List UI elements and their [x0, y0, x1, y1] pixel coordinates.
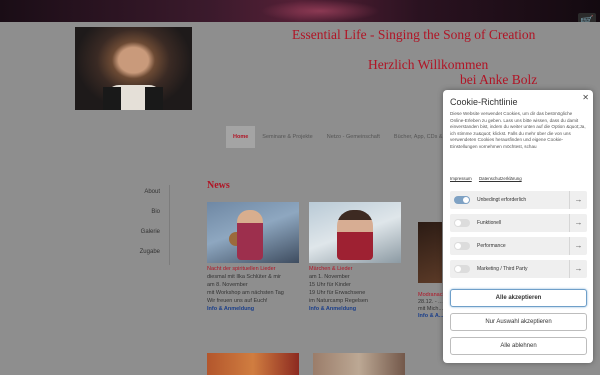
welcome-subheading: bei Anke Bolz [460, 72, 538, 87]
cookie-text: Diese Website verwendet Cookies, um dir … [450, 111, 586, 149]
news-card-title[interactable]: Nacht der spirituellen Lieder [207, 266, 299, 273]
category-label: Unbedingt erforderlich [477, 197, 527, 203]
news-image[interactable] [207, 202, 299, 263]
category-toggle[interactable] [454, 219, 470, 227]
site-title: Essential Life - Singing the Song of Cre… [292, 27, 536, 42]
cookie-links: Impressum Datenschutzerklärung [450, 176, 528, 181]
accept-selected-button[interactable]: Nur Auswahl akzeptieren [450, 313, 587, 331]
news-heading: News [207, 180, 230, 191]
arrow-right-icon[interactable]: → [569, 214, 587, 232]
news-card-link[interactable]: Info & Anmeldung [309, 305, 401, 313]
nav-home[interactable]: Home [226, 126, 256, 148]
side-nav: About Bio Galerie Zugabe [128, 185, 170, 265]
news-card-text: Wir freuen uns auf Euch! [207, 298, 268, 304]
news-card-text: am 8. November [207, 282, 248, 288]
category-label: Funktionell [477, 220, 502, 226]
news-image[interactable] [207, 353, 299, 375]
news-card: Nacht der spirituellen Lieder diesmal mi… [207, 202, 299, 313]
main-nav: Home Seminare & Projekte Netzo - Gemeins… [226, 126, 464, 148]
welcome-heading: Herzlich Willkommen [368, 57, 489, 72]
privacy-link[interactable]: Datenschutzerklärung [479, 176, 522, 181]
news-card-text: diesmal mit Ilka Schlüter & mir [207, 274, 281, 280]
side-nav-bio[interactable]: Bio [128, 205, 169, 225]
cookie-category-row: Funktionell → [450, 214, 587, 232]
arrow-right-icon[interactable]: → [569, 260, 587, 278]
news-card-text: 19 Uhr für Erwachsene [309, 290, 366, 296]
news-image[interactable] [418, 222, 442, 283]
news-image[interactable] [313, 353, 405, 375]
close-icon[interactable]: ✕ [582, 93, 589, 102]
nav-netzo[interactable]: Netzo - Gemeinschaft [320, 126, 387, 148]
top-banner [0, 0, 600, 22]
cookie-category-row: Unbedingt erforderlich → [450, 191, 587, 209]
category-toggle[interactable] [454, 196, 470, 204]
news-card-text: 15 Uhr für Kinder [309, 282, 351, 288]
accept-all-button[interactable]: Alle akzeptieren [450, 289, 587, 307]
impressum-link[interactable]: Impressum [450, 176, 472, 181]
news-card-title[interactable]: Märchen & Lieder [309, 266, 401, 273]
cookie-category-row: Performance → [450, 237, 587, 255]
portrait-image [75, 27, 192, 110]
cookie-title: Cookie-Richtlinie [450, 97, 518, 107]
side-nav-galerie[interactable]: Galerie [128, 225, 169, 245]
nav-seminare[interactable]: Seminare & Projekte [255, 126, 319, 148]
category-toggle[interactable] [454, 265, 470, 273]
side-nav-zugabe[interactable]: Zugabe [128, 245, 169, 265]
news-card: Märchen & Lieder am 1. November 15 Uhr f… [309, 202, 401, 313]
cookie-dialog: ✕ Cookie-Richtlinie Diese Website verwen… [443, 90, 593, 363]
reject-all-button[interactable]: Alle ablehnen [450, 337, 587, 355]
arrow-right-icon[interactable]: → [569, 237, 587, 255]
news-card-link[interactable]: Info & Anmeldung [207, 305, 299, 313]
news-card-text: im Naturcamp Regelsen [309, 298, 368, 304]
side-nav-about[interactable]: About [128, 185, 169, 205]
banner-image [260, 0, 380, 22]
news-card-text: mit Workshop am nächsten Tag [207, 290, 284, 296]
news-card-text: am 1. November [309, 274, 350, 280]
category-label: Performance [477, 243, 506, 249]
cookie-category-row: Marketing / Third Party → [450, 260, 587, 278]
category-toggle[interactable] [454, 242, 470, 250]
arrow-right-icon[interactable]: → [569, 191, 587, 209]
news-image[interactable] [309, 202, 401, 263]
category-label: Marketing / Third Party [477, 266, 528, 272]
